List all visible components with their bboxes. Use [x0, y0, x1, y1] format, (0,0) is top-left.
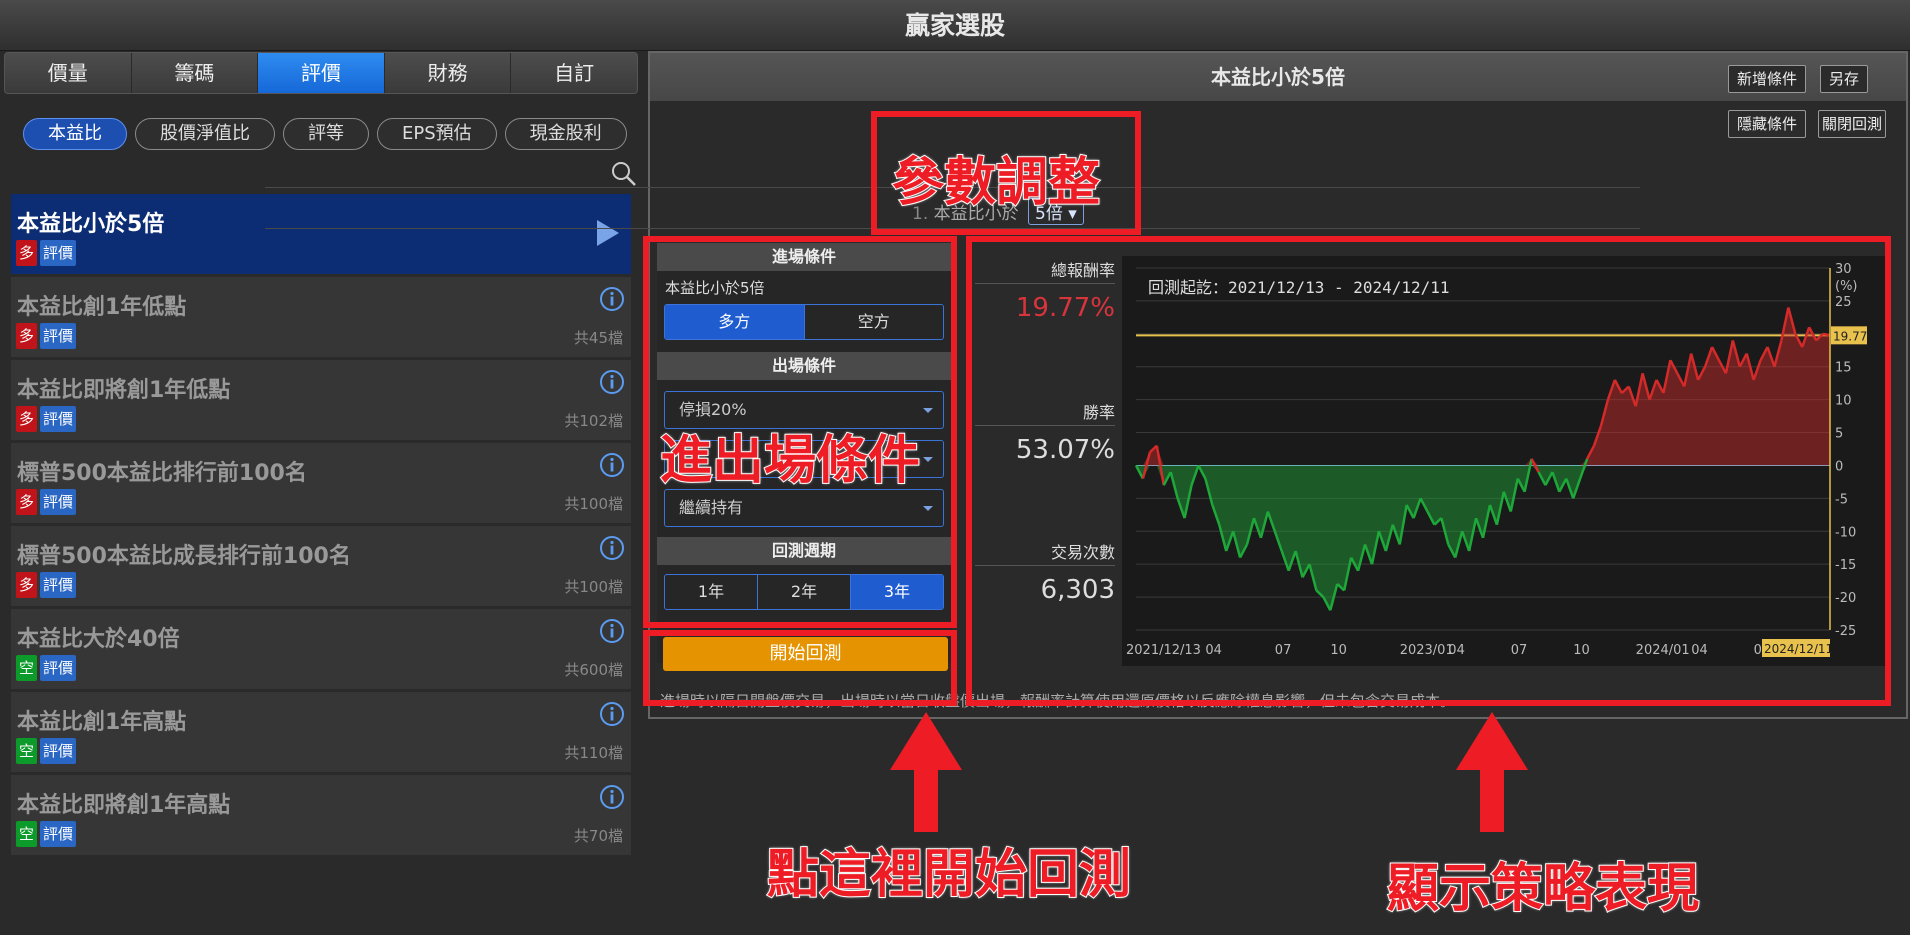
category-badge: 評價 — [40, 572, 77, 598]
stock-count: 共110檔 — [564, 744, 623, 762]
close-backtest-button[interactable]: 關閉回測 — [1818, 110, 1887, 138]
add-condition-button[interactable]: 新增條件 — [1728, 65, 1807, 93]
stock-count: 共600檔 — [564, 661, 623, 679]
category-badge: 評價 — [40, 655, 77, 681]
stock-count: 共70檔 — [573, 827, 623, 845]
annotation-entry-exit: 進出場條件 — [659, 430, 921, 492]
strategy-title: 標普500本益比排行前100名 — [17, 461, 307, 486]
tab-custom[interactable]: 自訂 — [511, 53, 637, 93]
side-badge: 多 — [16, 406, 38, 432]
chip-pb-ratio[interactable]: 股價淨值比 — [135, 118, 275, 150]
info-icon[interactable] — [599, 369, 625, 395]
strategy-tags: 多評價 — [16, 240, 77, 266]
info-icon[interactable] — [599, 535, 625, 561]
stock-count: 共100檔 — [564, 495, 623, 513]
side-badge: 空 — [16, 655, 38, 681]
side-badge: 空 — [16, 821, 38, 847]
strategy-title: 本益比創1年低點 — [17, 295, 187, 320]
strategy-tags: 多評價 — [16, 489, 77, 515]
annotation-box-start — [643, 630, 957, 706]
chip-eps-forecast[interactable]: EPS預估 — [377, 118, 497, 150]
info-icon[interactable] — [599, 618, 625, 644]
category-badge: 評價 — [40, 240, 77, 266]
category-tabs: 價量 籌碼 評價 財務 自訂 — [4, 52, 638, 94]
annotation-arrow-start — [890, 712, 962, 832]
side-badge: 多 — [16, 489, 38, 515]
list-item[interactable]: 本益比創1年低點多評價 共45檔 — [11, 277, 631, 357]
side-badge: 空 — [16, 738, 38, 764]
tab-financials[interactable]: 財務 — [385, 53, 512, 93]
tab-valuation[interactable]: 評價 — [258, 53, 385, 93]
stock-count: 共45檔 — [573, 329, 623, 347]
app-title: 贏家選股 — [0, 0, 1910, 51]
subcategory-chips: 本益比 股價淨值比 評等 EPS預估 現金股利 — [23, 118, 627, 150]
strategy-title: 本益比大於40倍 — [17, 627, 180, 652]
list-item[interactable]: 本益比小於5倍多評價 — [11, 194, 631, 274]
category-badge: 評價 — [40, 738, 77, 764]
tab-chips[interactable]: 籌碼 — [132, 53, 259, 93]
stock-count: 共100檔 — [564, 578, 623, 596]
strategy-detail-title: 本益比小於5倍 — [650, 53, 1906, 101]
side-badge: 多 — [16, 240, 38, 266]
strategy-tags: 多評價 — [16, 406, 77, 432]
list-item[interactable]: 本益比創1年高點空評價 共110檔 — [11, 692, 631, 772]
info-icon[interactable] — [599, 784, 625, 810]
info-icon[interactable] — [599, 452, 625, 478]
save-as-button[interactable]: 另存 — [1820, 65, 1869, 93]
list-item[interactable]: 本益比即將創1年高點空評價 共70檔 — [11, 775, 631, 855]
strategy-title: 本益比即將創1年高點 — [17, 793, 231, 818]
list-item[interactable]: 本益比大於40倍空評價 共600檔 — [11, 609, 631, 689]
search-icon[interactable] — [610, 160, 638, 188]
annotation-click-start: 點這裡開始回測 — [766, 844, 1132, 906]
strategy-title: 標普500本益比成長排行前100名 — [17, 544, 351, 569]
info-icon[interactable] — [599, 701, 625, 727]
play-icon[interactable] — [597, 220, 619, 246]
stock-count: 共102檔 — [564, 412, 623, 430]
strategy-tags: 多評價 — [16, 572, 77, 598]
annotation-arrow-performance — [1456, 712, 1528, 832]
chip-rating[interactable]: 評等 — [283, 118, 369, 150]
chip-cash-dividend[interactable]: 現金股利 — [504, 118, 627, 150]
list-item[interactable]: 標普500本益比成長排行前100名多評價 共100檔 — [11, 526, 631, 606]
annotation-param-adjust: 參數調整 — [891, 152, 1101, 214]
list-item[interactable]: 本益比即將創1年低點多評價 共102檔 — [11, 360, 631, 440]
annotation-show-performance: 顯示策略表現 — [1386, 858, 1700, 920]
tab-price-volume[interactable]: 價量 — [5, 53, 132, 93]
strategy-title: 本益比即將創1年低點 — [17, 378, 231, 403]
info-icon[interactable] — [599, 286, 625, 312]
category-badge: 評價 — [40, 489, 77, 515]
strategy-tags: 空評價 — [16, 738, 77, 764]
side-badge: 多 — [16, 572, 38, 598]
strategy-list: 本益比小於5倍多評價 本益比創1年低點多評價 共45檔 本益比即將創1年低點多評價 共1… — [11, 194, 631, 858]
strategy-title: 本益比創1年高點 — [17, 710, 187, 735]
strategy-title: 本益比小於5倍 — [17, 212, 165, 237]
category-badge: 評價 — [40, 406, 77, 432]
category-badge: 評價 — [40, 323, 77, 349]
category-badge: 評價 — [40, 821, 77, 847]
strategy-tags: 空評價 — [16, 655, 77, 681]
annotation-box-performance — [966, 236, 1891, 706]
chip-pe-ratio[interactable]: 本益比 — [23, 118, 127, 150]
hide-condition-button[interactable]: 隱藏條件 — [1728, 110, 1807, 138]
side-badge: 多 — [16, 323, 38, 349]
strategy-tags: 多評價 — [16, 323, 77, 349]
strategy-tags: 空評價 — [16, 821, 77, 847]
list-item[interactable]: 標普500本益比排行前100名多評價 共100檔 — [11, 443, 631, 523]
